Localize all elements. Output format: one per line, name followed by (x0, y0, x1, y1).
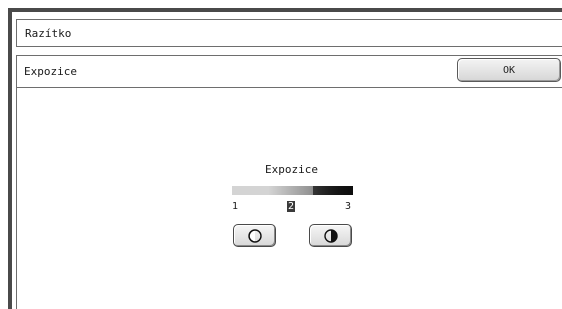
title-bar: Razítko (16, 19, 562, 47)
half-circle-outline-icon (247, 228, 262, 243)
darker-button[interactable] (309, 224, 352, 247)
ok-button[interactable]: OK (457, 58, 561, 82)
exposure-level-2-selected: 2 (287, 201, 296, 212)
exposure-level-3: 3 (345, 201, 352, 212)
exposure-panel: Expozice OK Expozice 1 2 3 (16, 55, 562, 309)
exposure-gradient-bar (232, 186, 353, 195)
exposure-level-1: 1 (232, 201, 239, 212)
page-title: Razítko (25, 27, 72, 40)
panel-title: Expozice (24, 65, 77, 78)
half-circle-filled-icon (323, 228, 338, 243)
panel-header: Expozice OK (17, 56, 562, 88)
exposure-bar-dark-end (313, 186, 353, 195)
lighter-button[interactable] (233, 224, 276, 247)
exposure-label: Expozice (265, 163, 318, 176)
